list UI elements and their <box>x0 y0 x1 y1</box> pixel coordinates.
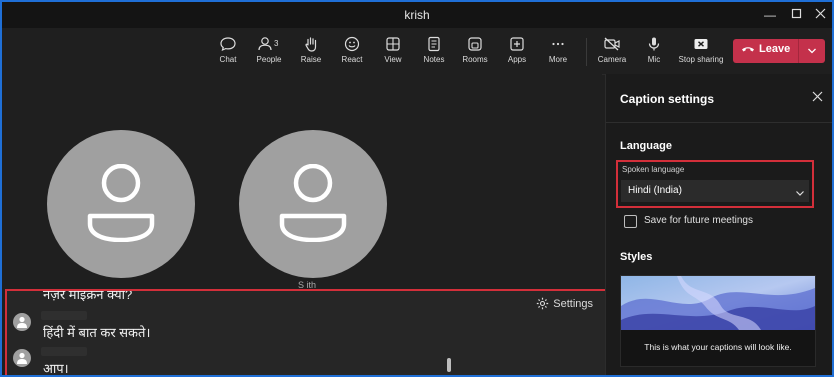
rooms-icon <box>468 37 482 51</box>
title-bar: krish — <box>2 2 832 28</box>
person-icon <box>279 164 347 242</box>
camera-button[interactable]: Camera <box>590 36 634 65</box>
view-grid-icon <box>386 37 400 51</box>
meeting-toolbar: Chat 3 People Raise React View Notes Roo… <box>2 28 832 75</box>
speaker-name-redacted <box>41 347 87 356</box>
caption-settings-pane: Caption settings Language Spoken languag… <box>605 74 832 375</box>
divider <box>606 122 832 123</box>
notes-label: Notes <box>423 55 445 64</box>
language-heading: Language <box>620 140 672 152</box>
camera-off-icon <box>604 37 620 51</box>
chevron-down-icon <box>795 185 805 203</box>
captions-settings-button[interactable]: Settings <box>536 297 593 310</box>
styles-heading: Styles <box>620 251 653 263</box>
minimize-icon[interactable]: — <box>756 5 784 25</box>
more-label: More <box>548 55 568 64</box>
mic-label: Mic <box>647 55 661 64</box>
leave-button[interactable]: Leave <box>733 39 825 63</box>
captions-scrollbar[interactable] <box>447 358 451 372</box>
chat-icon <box>220 37 236 52</box>
stop-sharing-button[interactable]: Stop sharing <box>674 36 728 65</box>
participant-avatar[interactable] <box>239 130 387 278</box>
chat-button[interactable]: Chat <box>206 36 250 65</box>
caption-text: हिंदी में बात कर सकते। <box>43 325 151 340</box>
close-icon[interactable] <box>812 89 823 107</box>
apps-plus-icon <box>510 37 524 51</box>
people-button[interactable]: 3 People <box>247 36 291 65</box>
save-future-checkbox[interactable] <box>624 215 637 228</box>
react-label: React <box>341 55 363 64</box>
notes-icon <box>428 36 440 52</box>
mic-icon <box>648 37 660 51</box>
spoken-language-field: Spoken language Hindi (India) <box>616 160 814 208</box>
people-label: People <box>256 55 282 64</box>
spoken-language-caption: Spoken language <box>622 165 685 174</box>
apps-button[interactable]: Apps <box>495 36 539 65</box>
close-window-icon[interactable] <box>806 5 832 25</box>
captions-settings-label: Settings <box>553 298 593 310</box>
smiley-icon <box>344 36 360 52</box>
person-icon <box>87 164 155 242</box>
rooms-label: Rooms <box>462 55 488 64</box>
speaker-avatar <box>13 349 31 367</box>
people-icon: 3 <box>258 37 279 51</box>
view-label: View <box>384 55 402 64</box>
react-button[interactable]: React <box>330 36 374 65</box>
view-button[interactable]: View <box>371 36 415 65</box>
leave-label: Leave <box>759 43 791 55</box>
spoken-language-value: Hindi (India) <box>628 185 682 196</box>
preview-background-image <box>621 276 815 330</box>
preview-caption-text: This is what your captions will look lik… <box>644 342 792 352</box>
caption-text: आप। <box>43 361 69 376</box>
people-count: 3 <box>274 39 279 48</box>
speaker-name-redacted <box>41 311 87 320</box>
raise-hand-button[interactable]: Raise <box>289 36 333 65</box>
person-icon <box>17 316 27 328</box>
apps-label: Apps <box>507 55 527 64</box>
caption-style-preview[interactable]: This is what your captions will look lik… <box>620 275 816 367</box>
camera-label: Camera <box>597 55 627 64</box>
person-icon <box>17 352 27 364</box>
mic-button[interactable]: Mic <box>632 36 676 65</box>
chat-label: Chat <box>219 55 237 64</box>
window-title: krish <box>404 8 430 22</box>
notes-button[interactable]: Notes <box>412 36 456 65</box>
rooms-button[interactable]: Rooms <box>453 36 497 65</box>
meeting-stage: S ith <box>2 74 602 290</box>
more-dots-icon <box>552 42 564 46</box>
leave-options-chevron-icon[interactable] <box>798 39 825 63</box>
more-button[interactable]: More <box>536 36 580 65</box>
spoken-language-select[interactable]: Hindi (India) <box>621 180 809 202</box>
hand-icon <box>305 37 317 52</box>
live-captions-panel: Settings नज़र माईक्रने क्या? हिंदी में ब… <box>5 289 607 376</box>
caption-text: नज़र माईक्रने क्या? <box>43 289 133 302</box>
participant-avatar[interactable] <box>47 130 195 278</box>
stop-sharing-label: Stop sharing <box>678 55 724 64</box>
phone-hangup-icon <box>742 47 754 52</box>
pane-title: Caption settings <box>620 92 715 106</box>
stop-share-icon <box>694 39 708 49</box>
save-future-label: Save for future meetings <box>644 215 753 226</box>
toolbar-divider <box>586 38 587 66</box>
gear-icon <box>537 297 549 310</box>
speaker-avatar <box>13 313 31 331</box>
raise-label: Raise <box>300 55 322 64</box>
teams-window: krish — Chat 3 People Raise React View N… <box>0 0 834 377</box>
